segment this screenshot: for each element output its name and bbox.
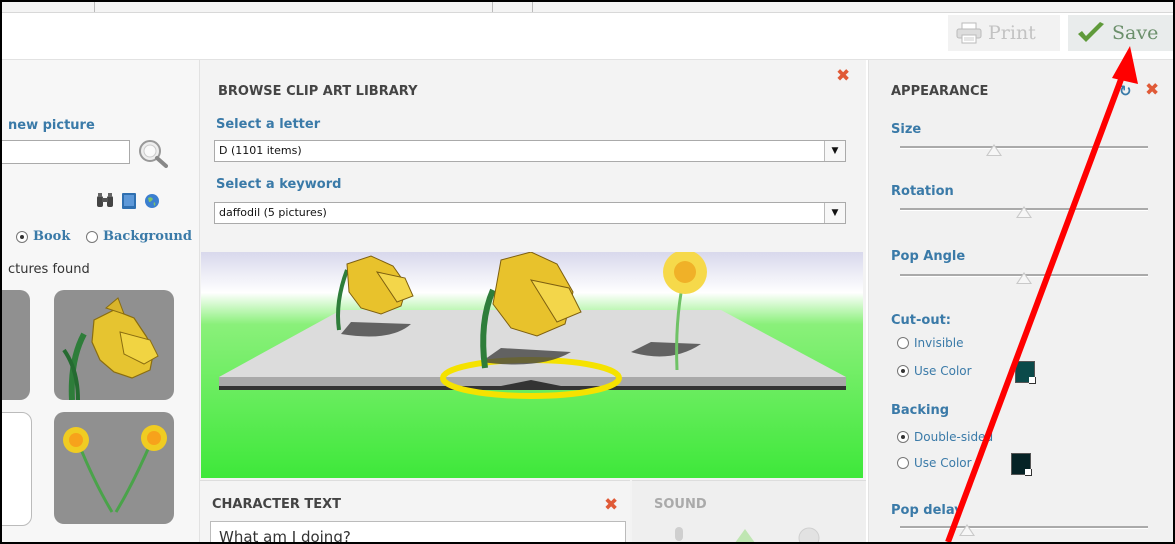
appearance-title: APPEARANCE <box>891 84 989 99</box>
top-strip <box>2 2 1173 13</box>
play-icon[interactable] <box>732 529 758 544</box>
radio-book-circle[interactable] <box>16 230 28 243</box>
rotation-slider[interactable] <box>900 200 1148 218</box>
cutout-use-color-radio[interactable]: Use Color <box>897 364 972 378</box>
appearance-panel: APPEARANCE ↻ ✖ Size Rotation Pop Angle C… <box>868 60 1173 542</box>
daffodil-thumbnail-image <box>62 297 159 400</box>
clipart-title: BROWSE CLIP ART LIBRARY <box>218 84 418 99</box>
new-picture-label: new picture <box>8 118 95 133</box>
close-clipart-icon[interactable]: ✖ <box>836 68 850 85</box>
backing-color-swatch[interactable] <box>1011 453 1032 476</box>
book-icon[interactable] <box>121 193 137 209</box>
pop-delay-slider[interactable] <box>900 518 1148 536</box>
print-button[interactable]: Print <box>948 15 1060 51</box>
pop-angle-slider-thumb[interactable] <box>1016 272 1032 284</box>
thumbnail-partial-2[interactable] <box>2 412 32 526</box>
close-character-text-icon[interactable]: ✖ <box>604 497 618 514</box>
letter-select-value: D (1101 items) <box>219 144 302 157</box>
radio-background[interactable]: Background <box>86 229 192 244</box>
cutout-invisible-circle[interactable] <box>897 337 909 349</box>
keyword-select-value: daffodil (5 pictures) <box>219 206 327 219</box>
cutout-color-swatch[interactable] <box>1015 361 1036 384</box>
microphone-icon[interactable] <box>670 527 688 544</box>
close-appearance-icon[interactable]: ✖ <box>1145 82 1159 99</box>
backing-use-color-radio[interactable]: Use Color <box>897 456 972 470</box>
keyword-select[interactable]: daffodil (5 pictures) ▼ <box>214 202 846 224</box>
globe-icon[interactable] <box>144 193 160 209</box>
chevron-down-icon[interactable]: ▼ <box>824 203 845 223</box>
backing-use-color-circle[interactable] <box>897 457 909 469</box>
character-text-title: CHARACTER TEXT <box>212 497 342 512</box>
left-panel: new picture Book Background ctures found <box>2 60 200 542</box>
cutout-invisible-radio[interactable]: Invisible <box>897 336 964 350</box>
letter-label: Select a letter <box>216 117 321 132</box>
radio-background-label: Background <box>103 229 192 244</box>
character-text-input[interactable]: What am I doing? <box>210 521 626 542</box>
backing-double-circle[interactable] <box>897 431 909 443</box>
sound-section: SOUND <box>632 480 866 544</box>
sound-title: SOUND <box>654 497 707 512</box>
radio-background-circle[interactable] <box>86 230 98 243</box>
pop-angle-label: Pop Angle <box>891 249 966 264</box>
cutout-invisible-label: Invisible <box>914 336 964 350</box>
chevron-down-icon[interactable]: ▼ <box>824 141 845 161</box>
toolbar: Print Save <box>2 13 1173 60</box>
radio-book[interactable]: Book <box>16 229 70 244</box>
results-count: ctures found <box>8 262 90 277</box>
rotation-label: Rotation <box>891 184 954 199</box>
save-button[interactable]: Save <box>1068 15 1173 51</box>
magnifier-icon[interactable] <box>136 138 168 168</box>
cutout-use-color-label: Use Color <box>914 364 972 378</box>
character-text-section: CHARACTER TEXT ✖ What am I doing? <box>200 480 630 542</box>
thumbnail-daffodil[interactable] <box>54 290 174 400</box>
cutout-label: Cut-out: <box>891 313 952 328</box>
backing-use-color-label: Use Color <box>914 456 972 470</box>
stop-icon[interactable] <box>798 527 820 544</box>
checkmark-icon <box>1078 22 1104 42</box>
pop-angle-slider[interactable] <box>900 266 1148 284</box>
clipart-panel: BROWSE CLIP ART LIBRARY ✖ Select a lette… <box>200 60 866 544</box>
print-label: Print <box>988 22 1036 44</box>
popup-book-preview[interactable] <box>201 252 863 478</box>
preview-scene-image <box>201 252 863 478</box>
backing-label: Backing <box>891 403 950 418</box>
daffodil-pair-thumbnail-image <box>63 425 167 513</box>
binoculars-icon[interactable] <box>96 193 114 209</box>
cutout-use-color-circle[interactable] <box>897 365 909 377</box>
size-label: Size <box>891 122 922 137</box>
thumbnail-partial-1[interactable] <box>2 290 30 400</box>
pop-delay-label: Pop delay <box>891 503 963 518</box>
size-slider-thumb[interactable] <box>986 144 1003 156</box>
backing-double-radio[interactable]: Double-sided <box>897 430 993 444</box>
thumbnail-daffodil-pair[interactable] <box>54 412 174 524</box>
keyword-label: Select a keyword <box>216 177 342 192</box>
reset-icon[interactable]: ↻ <box>1119 82 1132 100</box>
pop-delay-slider-thumb[interactable] <box>958 524 975 536</box>
backing-double-label: Double-sided <box>914 430 994 444</box>
radio-book-label: Book <box>33 229 71 244</box>
save-label: Save <box>1112 22 1159 44</box>
app-frame: Print Save new picture Book Background c… <box>0 0 1175 544</box>
search-input[interactable] <box>2 140 130 164</box>
letter-select[interactable]: D (1101 items) ▼ <box>214 140 846 162</box>
rotation-slider-thumb[interactable] <box>1016 206 1032 218</box>
size-slider[interactable] <box>900 138 1148 156</box>
printer-icon <box>956 22 982 44</box>
